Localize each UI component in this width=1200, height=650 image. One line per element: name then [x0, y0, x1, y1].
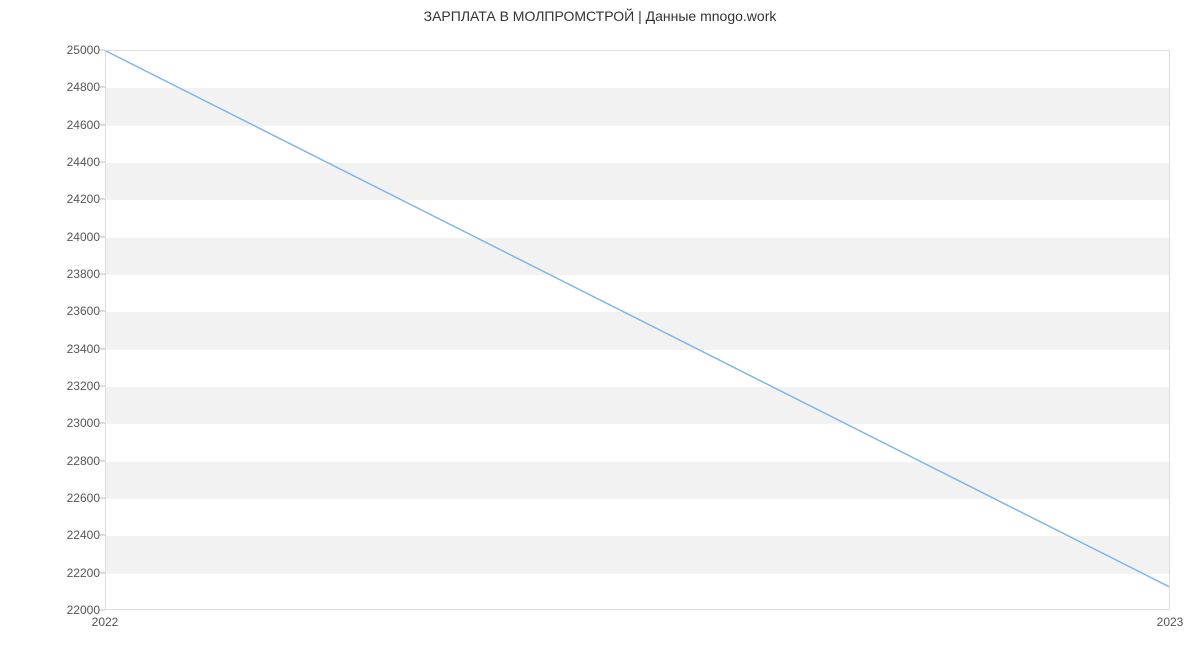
- chart-title: ЗАРПЛАТА В МОЛПРОМСТРОЙ | Данные mnogo.w…: [0, 8, 1200, 24]
- y-axis-tick-mark: [100, 386, 105, 387]
- y-axis-tick-label: 23400: [60, 342, 100, 356]
- plot-area: [105, 50, 1170, 610]
- y-axis-tick-mark: [100, 124, 105, 125]
- y-axis-tick-mark: [100, 348, 105, 349]
- y-axis-tick-label: 23800: [60, 267, 100, 281]
- y-axis-tick-mark: [100, 423, 105, 424]
- x-axis-tick-label: 2023: [1157, 615, 1184, 629]
- y-axis-tick-mark: [100, 274, 105, 275]
- y-axis-tick-label: 22800: [60, 454, 100, 468]
- y-axis-tick-mark: [100, 572, 105, 573]
- y-axis-tick-mark: [100, 535, 105, 536]
- x-axis-tick-label: 2022: [92, 615, 119, 629]
- y-axis-tick-mark: [100, 610, 105, 611]
- y-axis-tick-label: 23000: [60, 416, 100, 430]
- y-axis-tick-label: 24800: [60, 80, 100, 94]
- y-axis-tick-label: 22600: [60, 491, 100, 505]
- y-axis-tick-mark: [100, 199, 105, 200]
- y-axis-tick-mark: [100, 162, 105, 163]
- y-axis-tick-label: 24400: [60, 155, 100, 169]
- y-axis-tick-mark: [100, 460, 105, 461]
- y-axis-tick-mark: [100, 236, 105, 237]
- y-axis-tick-label: 23600: [60, 304, 100, 318]
- y-axis-tick-mark: [100, 498, 105, 499]
- y-axis-tick-mark: [100, 87, 105, 88]
- y-axis-tick-label: 24000: [60, 230, 100, 244]
- y-axis-tick-mark: [100, 311, 105, 312]
- line-series: [106, 51, 1169, 609]
- y-axis-tick-label: 22200: [60, 566, 100, 580]
- y-axis-tick-label: 25000: [60, 43, 100, 57]
- y-axis-tick-label: 22400: [60, 528, 100, 542]
- chart-container: ЗАРПЛАТА В МОЛПРОМСТРОЙ | Данные mnogo.w…: [0, 0, 1200, 650]
- y-axis-tick-label: 24200: [60, 192, 100, 206]
- y-axis-tick-label: 23200: [60, 379, 100, 393]
- y-axis-tick-mark: [100, 50, 105, 51]
- y-axis-tick-label: 24600: [60, 118, 100, 132]
